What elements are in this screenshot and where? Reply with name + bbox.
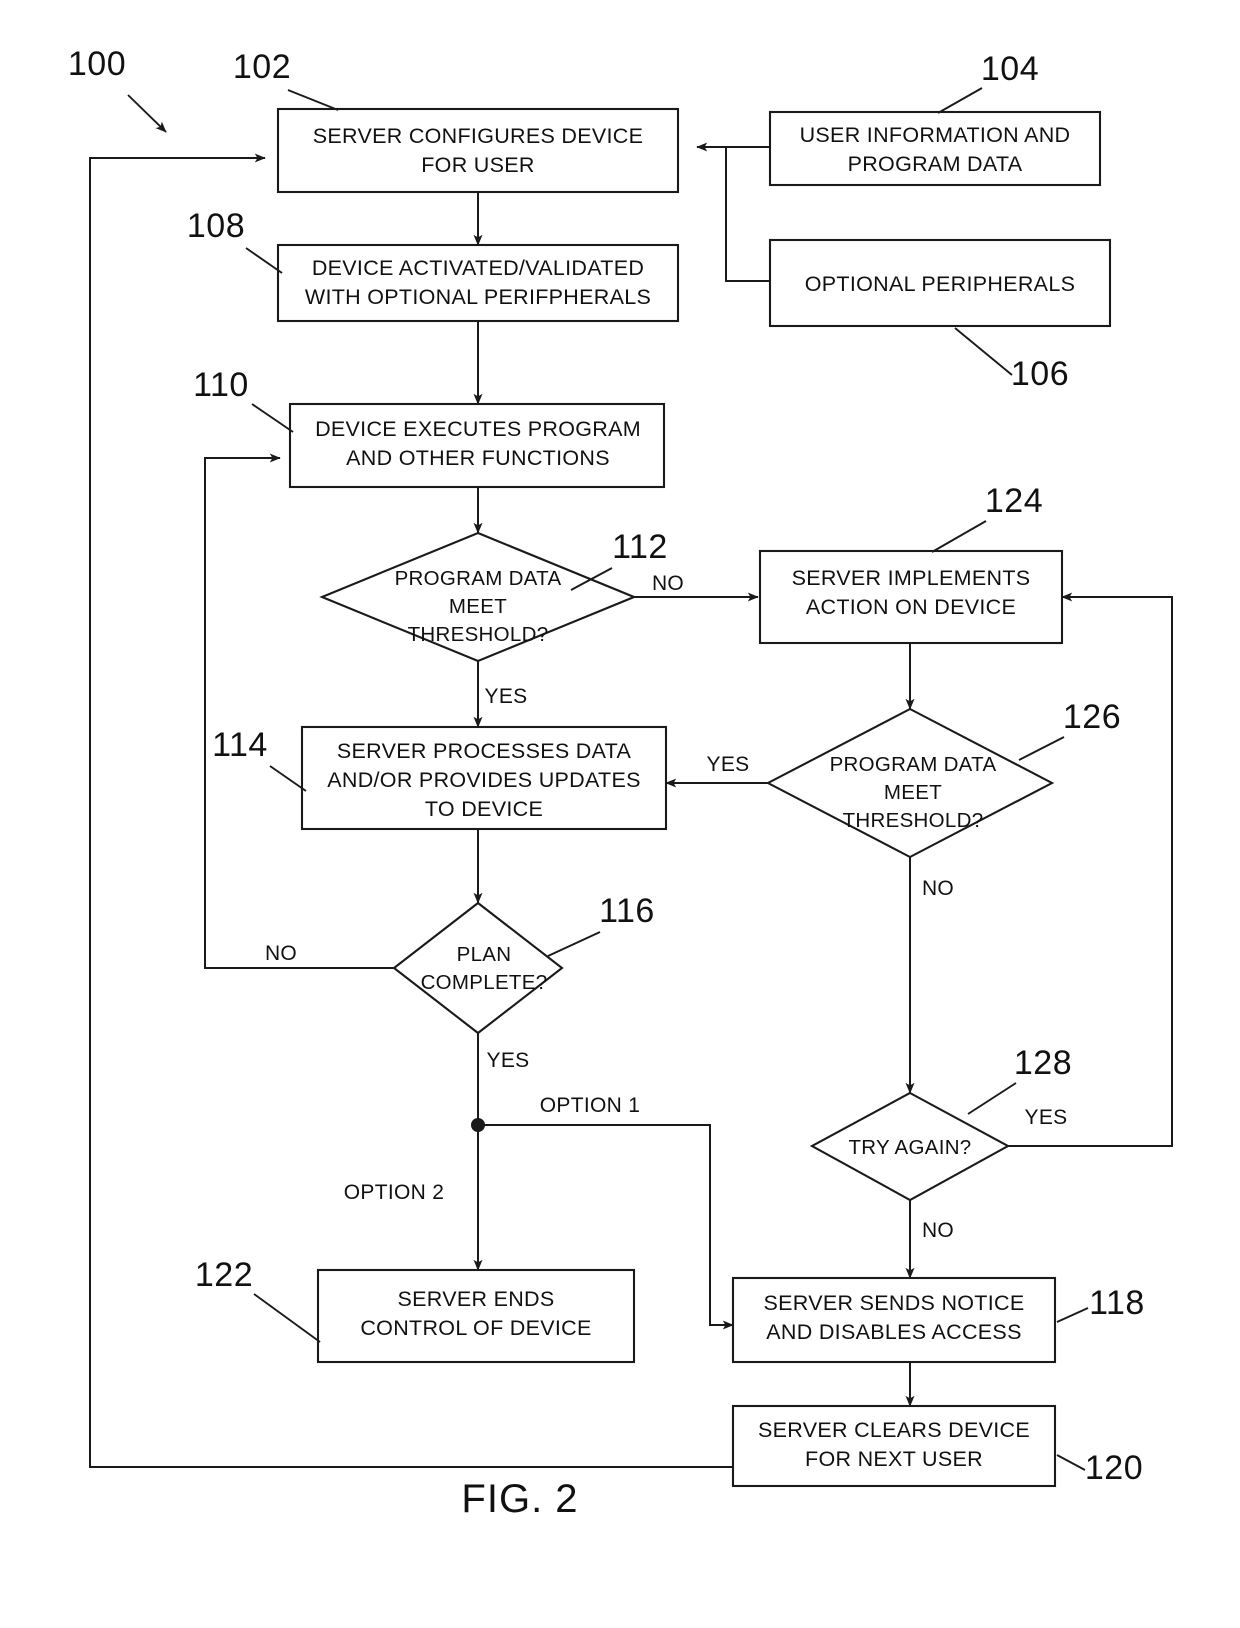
node-120-label-line2: FOR NEXT USER xyxy=(805,1447,983,1471)
node-112-label-line1: PROGRAM DATA xyxy=(395,567,562,590)
node-122-label-line1: SERVER ENDS xyxy=(397,1287,554,1311)
ref-102: 102 xyxy=(233,48,291,86)
node-102-label-line1: SERVER CONFIGURES DEVICE xyxy=(313,124,644,148)
edge-label-128-yes: YES xyxy=(1025,1106,1068,1129)
node-114-label-line3: TO DEVICE xyxy=(425,797,543,821)
node-114-label-line2: AND/OR PROVIDES UPDATES xyxy=(327,768,641,792)
leader-108 xyxy=(245,247,283,274)
leader-110 xyxy=(251,403,294,433)
node-102-box[interactable] xyxy=(276,107,680,194)
edge-label-option2: OPTION 2 xyxy=(344,1181,444,1204)
ref-100: 100 xyxy=(68,45,126,83)
ref-118: 118 xyxy=(1089,1284,1145,1322)
node-116-label-line2: COMPLETE? xyxy=(421,971,548,994)
edge-label-126-no: NO xyxy=(922,877,954,900)
edge-116-no-to-110 xyxy=(204,453,394,969)
flowchart-diagram: SERVER CONFIGURES DEVICE FOR USER USER I… xyxy=(68,45,1173,1521)
node-108-label-line2: WITH OPTIONAL PERIFPHERALS xyxy=(305,285,651,309)
ref-106: 106 xyxy=(1011,355,1069,393)
node-108-label-line1: DEVICE ACTIVATED/VALIDATED xyxy=(312,256,644,280)
node-116-label-line1: PLAN xyxy=(457,943,512,966)
leader-124 xyxy=(931,520,987,553)
leader-126 xyxy=(1018,736,1065,761)
ref-112: 112 xyxy=(612,528,668,566)
node-106-label-line1: OPTIONAL PERIPHERALS xyxy=(805,272,1075,296)
node-104-label-line1: USER INFORMATION AND xyxy=(800,123,1071,147)
leader-120 xyxy=(1056,1454,1086,1471)
node-128-label-line1: TRY AGAIN? xyxy=(848,1136,971,1159)
leader-102 xyxy=(287,89,339,111)
figure-caption: FIG. 2 xyxy=(461,1477,578,1521)
ref-114: 114 xyxy=(212,726,268,764)
node-124-label-line1: SERVER IMPLEMENTS xyxy=(792,566,1031,590)
leader-104 xyxy=(937,87,983,114)
node-114-label-line1: SERVER PROCESSES DATA xyxy=(337,739,632,763)
figure-container: SERVER CONFIGURES DEVICE FOR USER USER I… xyxy=(0,0,1240,1628)
node-104-label-line2: PROGRAM DATA xyxy=(848,152,1023,176)
leader-100 xyxy=(127,94,167,133)
ref-108: 108 xyxy=(187,207,245,245)
edge-label-112-no: NO xyxy=(652,572,684,595)
ref-122: 122 xyxy=(195,1256,253,1294)
node-110-label-line1: DEVICE EXECUTES PROGRAM xyxy=(315,417,641,441)
ref-116: 116 xyxy=(599,892,655,930)
node-126-label-line3: THRESHOLD? xyxy=(843,809,984,832)
ref-124: 124 xyxy=(985,482,1043,520)
edge-label-126-yes: YES xyxy=(707,753,750,776)
node-126-label-line1: PROGRAM DATA xyxy=(830,753,997,776)
edge-label-option1: OPTION 1 xyxy=(540,1094,640,1117)
leader-118 xyxy=(1056,1307,1089,1323)
edge-label-116-yes: YES xyxy=(487,1049,530,1072)
node-118-label-line2: AND DISABLES ACCESS xyxy=(766,1320,1021,1344)
edge-label-112-yes: YES xyxy=(485,685,528,708)
node-124-label-line2: ACTION ON DEVICE xyxy=(806,595,1016,619)
ref-110: 110 xyxy=(193,366,249,404)
node-120-label-line1: SERVER CLEARS DEVICE xyxy=(758,1418,1030,1442)
edge-106-to-102 xyxy=(725,147,770,282)
ref-104: 104 xyxy=(981,50,1039,88)
edge-label-128-no: NO xyxy=(922,1219,954,1242)
node-118-label-line1: SERVER SENDS NOTICE xyxy=(764,1291,1025,1315)
node-126-label-line2: MEET xyxy=(884,781,942,804)
ref-128: 128 xyxy=(1014,1044,1072,1082)
node-122-label-line2: CONTROL OF DEVICE xyxy=(360,1316,591,1340)
ref-120: 120 xyxy=(1085,1449,1143,1487)
leader-114 xyxy=(269,765,307,792)
node-112-label-line2: MEET xyxy=(449,595,507,618)
ref-126: 126 xyxy=(1063,698,1121,736)
leader-128 xyxy=(967,1082,1017,1115)
leader-116 xyxy=(547,931,601,957)
node-102-label-line2: FOR USER xyxy=(421,153,535,177)
edge-label-116-no: NO xyxy=(265,942,297,965)
leader-106 xyxy=(954,327,1013,376)
leader-122 xyxy=(253,1293,321,1343)
node-110-label-line2: AND OTHER FUNCTIONS xyxy=(346,446,610,470)
node-112-label-line3: THRESHOLD? xyxy=(408,623,549,646)
node-116-diamond[interactable] xyxy=(392,901,564,1035)
